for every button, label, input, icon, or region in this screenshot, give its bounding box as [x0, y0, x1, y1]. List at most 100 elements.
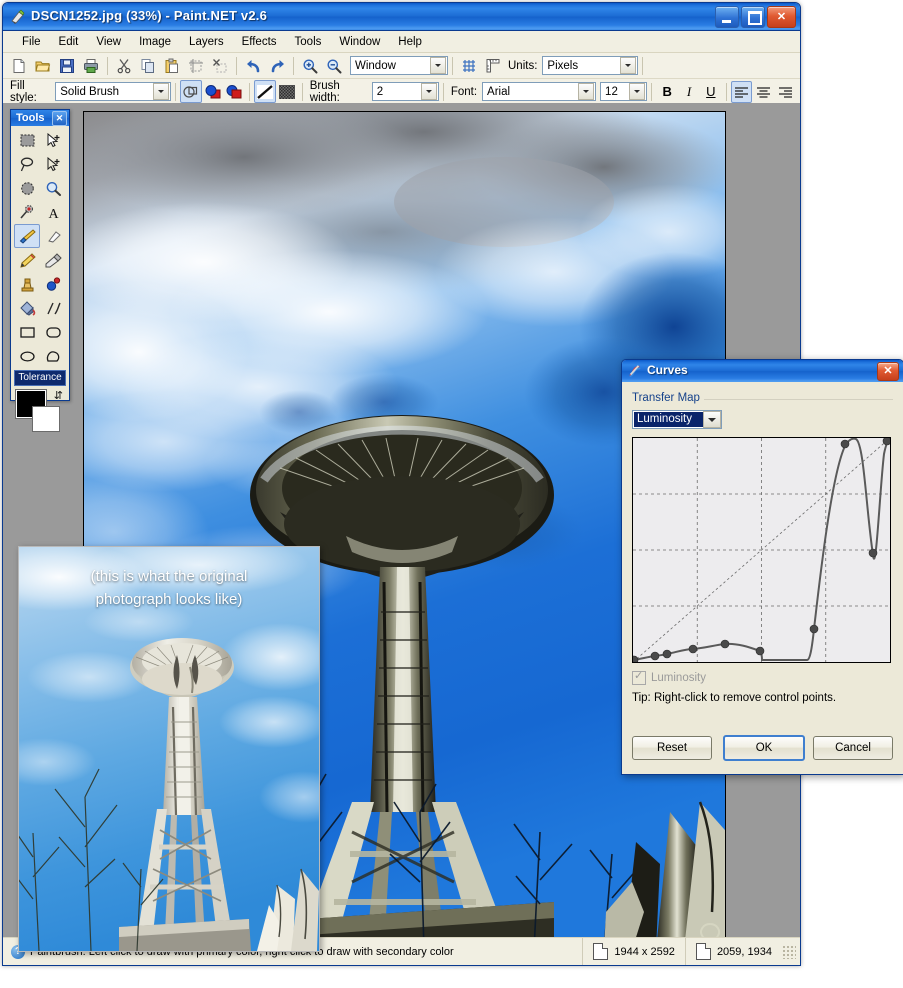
maximize-button[interactable] — [741, 6, 765, 28]
deselect-all-button[interactable] — [208, 54, 232, 77]
menu-window[interactable]: Window — [330, 34, 389, 50]
deselect-all-icon — [213, 58, 227, 72]
zoom-tool[interactable] — [40, 176, 66, 200]
shape-outline-icon — [183, 85, 198, 98]
crop-to-selection-button[interactable] — [184, 54, 208, 77]
text-tool[interactable]: A — [40, 200, 66, 224]
align-left-button[interactable] — [730, 80, 753, 103]
toolbar-separator — [175, 82, 176, 101]
align-center-button[interactable] — [752, 81, 774, 103]
chevron-down-icon[interactable] — [703, 411, 721, 428]
clone-stamp-tool[interactable] — [14, 272, 40, 296]
save-button[interactable] — [55, 54, 79, 77]
antialiasing-off-button[interactable] — [276, 80, 298, 103]
lasso-select-tool[interactable] — [14, 152, 40, 176]
freeform-shape-tool[interactable] — [40, 344, 66, 368]
original-photograph-inset[interactable]: (this is what the original photograph lo… — [18, 546, 320, 952]
menu-image[interactable]: Image — [130, 34, 180, 50]
color-picker-tool[interactable] — [40, 248, 66, 272]
ellipse-tool[interactable] — [14, 344, 40, 368]
chevron-down-icon[interactable] — [153, 83, 170, 100]
cut-button[interactable] — [112, 54, 136, 77]
resize-grip-icon[interactable] — [782, 944, 796, 959]
eraser-tool[interactable] — [40, 224, 66, 248]
grid-button[interactable] — [457, 54, 481, 77]
open-button[interactable] — [31, 54, 55, 77]
curves-close-button[interactable]: ✕ — [877, 362, 899, 381]
zoom-out-button[interactable] — [322, 54, 346, 77]
align-right-button[interactable] — [774, 81, 796, 103]
new-icon — [13, 58, 25, 73]
redo-button[interactable] — [265, 54, 289, 77]
rectangle-select-tool[interactable] — [14, 128, 40, 152]
chevron-down-icon[interactable] — [578, 83, 595, 100]
swap-colors-icon[interactable]: ⇵ — [54, 389, 63, 402]
italic-button[interactable]: I — [678, 81, 700, 103]
crop-to-selection-icon — [189, 58, 203, 73]
antialiasing-on-button[interactable] — [254, 80, 277, 103]
ellipse-select-tool[interactable] — [14, 176, 40, 200]
magic-wand-tool[interactable] — [14, 200, 40, 224]
paste-button[interactable] — [160, 54, 184, 77]
color-swatches[interactable]: ⇵ — [15, 389, 65, 433]
secondary-color-swatch[interactable] — [32, 406, 60, 432]
recolor-tool[interactable] — [40, 272, 66, 296]
curves-dialog-body: Transfer Map Luminosity ✓ Luminosity Tip… — [622, 382, 903, 774]
print-icon — [84, 58, 98, 73]
rulers-button[interactable] — [481, 54, 505, 77]
ok-button[interactable]: OK — [723, 735, 805, 761]
menu-help[interactable]: Help — [389, 34, 431, 50]
menu-tools[interactable]: Tools — [286, 34, 331, 50]
copy-button[interactable] — [136, 54, 160, 77]
shape-outline-button[interactable] — [179, 80, 202, 103]
blend-overwrite-button[interactable] — [224, 80, 246, 103]
tools-palette[interactable]: Tools ✕ A Tolerance ⇵ — [10, 109, 70, 432]
zoom-level-combo[interactable]: Window — [350, 56, 448, 75]
curve-plot[interactable] — [633, 438, 890, 662]
chevron-down-icon[interactable] — [420, 83, 437, 100]
undo-button[interactable] — [241, 54, 265, 77]
rectangle-tool[interactable] — [14, 320, 40, 344]
fill-style-combo[interactable]: Solid Brush — [55, 82, 172, 101]
move-selection-tool[interactable] — [40, 152, 66, 176]
menu-edit[interactable]: Edit — [50, 34, 88, 50]
window-titlebar[interactable]: DSCN1252.jpg (33%) - Paint.NET v2.6 ✕ — [3, 3, 800, 31]
paint-bucket-tool[interactable] — [14, 296, 40, 320]
paintbrush-tool[interactable] — [14, 224, 40, 248]
print-button[interactable] — [79, 54, 103, 77]
font-size-combo[interactable]: 12 — [600, 82, 648, 101]
luminosity-checkbox[interactable] — [632, 669, 646, 685]
cancel-button[interactable]: Cancel — [813, 736, 893, 760]
new-button[interactable] — [7, 54, 31, 77]
curves-dialog-titlebar[interactable]: Curves ✕ — [622, 360, 903, 383]
brush-width-combo[interactable]: 2 — [371, 82, 439, 101]
underline-button[interactable]: U — [700, 81, 722, 103]
bold-button[interactable]: B — [656, 81, 678, 103]
close-icon[interactable]: ✕ — [52, 111, 67, 126]
reset-button[interactable]: Reset — [632, 736, 712, 760]
line-curve-tool[interactable] — [40, 296, 66, 320]
channel-combo[interactable]: Luminosity — [632, 410, 722, 429]
minimize-button[interactable] — [715, 6, 739, 28]
open-icon — [35, 61, 51, 71]
blend-normal-button[interactable] — [202, 80, 224, 103]
rounded-rectangle-tool[interactable] — [40, 320, 66, 344]
move-selected-tool[interactable] — [40, 128, 66, 152]
chevron-down-icon[interactable] — [620, 57, 637, 74]
luminosity-checkbox-row[interactable]: Luminosity — [632, 669, 893, 685]
menu-file[interactable]: File — [13, 34, 50, 50]
menu-view[interactable]: View — [87, 34, 130, 50]
menu-layers[interactable]: Layers — [180, 34, 233, 50]
close-icon: ✕ — [883, 365, 893, 377]
chevron-down-icon[interactable] — [629, 83, 646, 100]
units-combo[interactable]: Pixels — [542, 56, 639, 75]
menu-effects[interactable]: Effects — [233, 34, 286, 50]
pencil-tool[interactable] — [14, 248, 40, 272]
tools-palette-titlebar[interactable]: Tools ✕ — [11, 110, 69, 126]
font-family-combo[interactable]: Arial — [482, 82, 597, 101]
close-button[interactable]: ✕ — [767, 6, 796, 28]
curve-graph[interactable] — [632, 437, 891, 663]
curves-dialog[interactable]: Curves ✕ Transfer Map Luminosity ✓ Lumin… — [621, 359, 903, 775]
chevron-down-icon[interactable] — [430, 57, 446, 74]
zoom-in-button[interactable] — [298, 54, 322, 77]
